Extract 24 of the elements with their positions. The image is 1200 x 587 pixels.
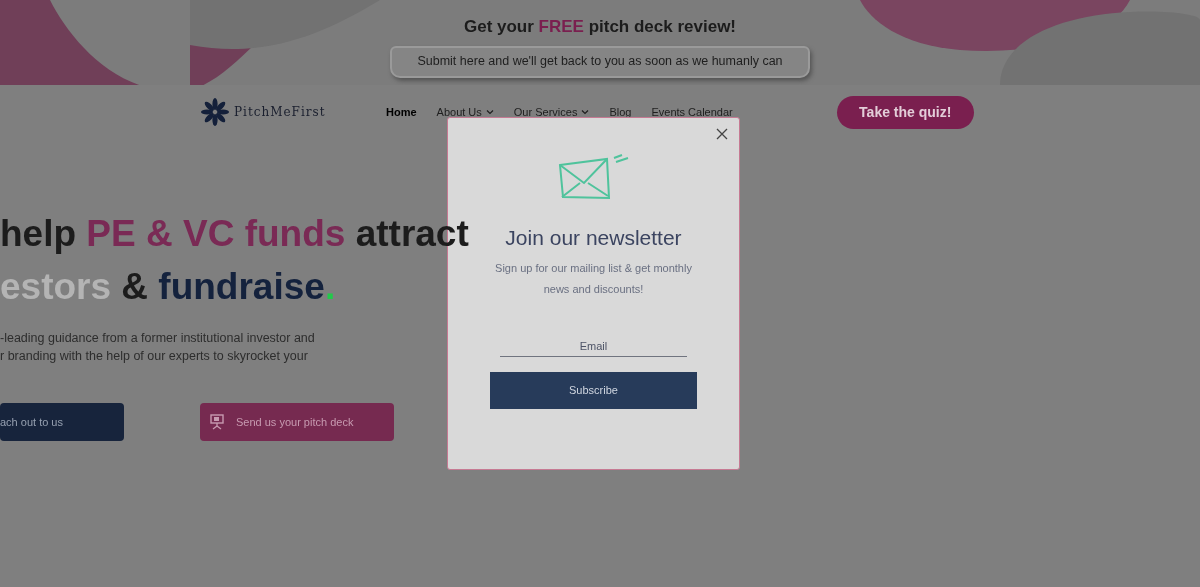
- hero-text: -leading guidance from a former institutional investor and: [0, 330, 315, 347]
- submit-button[interactable]: Submit here and we'll get back to you as soon as we humanly can: [390, 45, 810, 78]
- close-icon: [714, 126, 730, 142]
- quiz-button[interactable]: Take the quiz!: [836, 95, 974, 129]
- banner-headline: Get your FREE pitch deck review!: [463, 16, 737, 38]
- subscribe-button[interactable]: Subscribe: [490, 372, 697, 409]
- nav-link[interactable]: Home: [386, 103, 417, 121]
- nav-link[interactable]: About Us: [436, 103, 494, 121]
- pitch-deck-button[interactable]: Send us your pitch deck: [200, 403, 394, 441]
- presentation-icon: [210, 414, 224, 430]
- envelope-icon: [557, 154, 630, 200]
- flower-logo-icon: [200, 97, 230, 127]
- chevron-down-icon: [485, 109, 494, 115]
- nav-link[interactable]: Blog: [609, 103, 632, 121]
- newsletter-text: Sign up for our mailing list & get monthly news and discounts!: [494, 260, 693, 297]
- chevron-down-icon: [581, 109, 590, 115]
- contact-button[interactable]: ach out to us: [0, 403, 124, 441]
- hero-text: r branding with the help of our experts to skyrocket your: [0, 348, 308, 365]
- nav-link[interactable]: Events Calendar: [651, 103, 733, 121]
- close-button[interactable]: [714, 126, 730, 142]
- newsletter-title: Join our newsletter: [505, 225, 682, 251]
- logo-text[interactable]: PitchMeFirst: [234, 103, 326, 121]
- email-field[interactable]: Email: [500, 335, 687, 357]
- nav-link[interactable]: Our Services: [513, 103, 590, 121]
